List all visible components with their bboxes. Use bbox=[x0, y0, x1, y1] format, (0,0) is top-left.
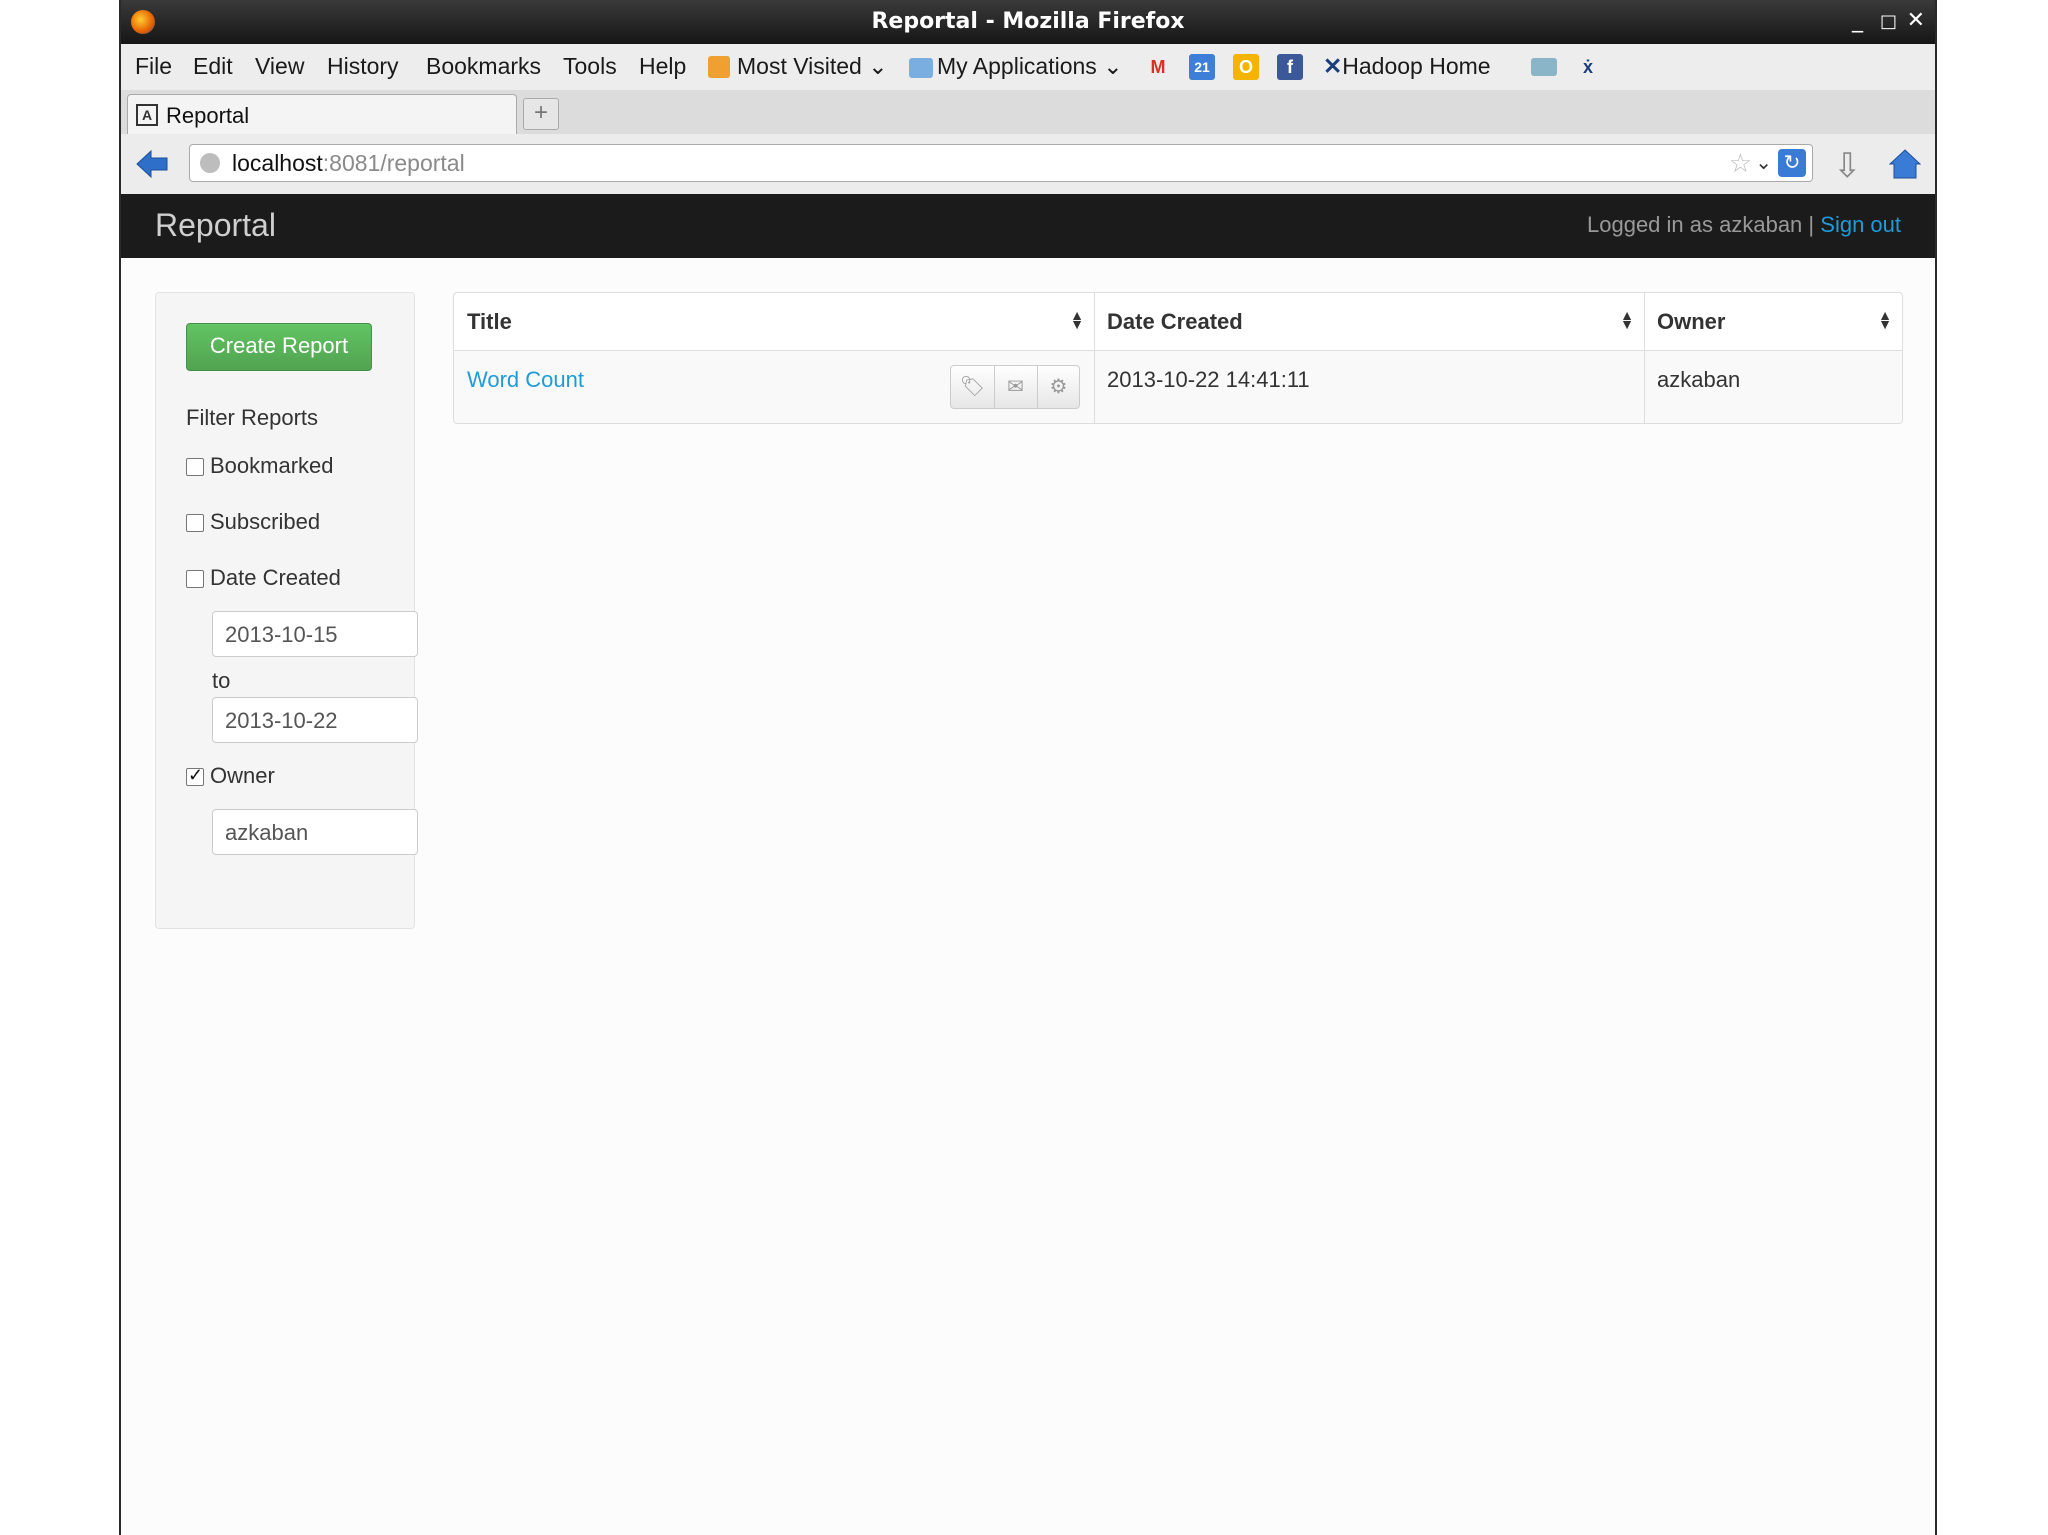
url-text[interactable]: localhost:8081/reportal bbox=[232, 150, 465, 177]
app-navbar: Reportal Logged in as azkaban | Sign out bbox=[121, 194, 1935, 258]
date-to-input[interactable]: 2013-10-22 bbox=[212, 697, 418, 743]
header-title[interactable]: Title ▲ ▼ bbox=[454, 293, 1094, 351]
table-row-owner-cell: azkaban bbox=[1657, 367, 1741, 392]
new-tab-button[interactable]: + bbox=[523, 98, 559, 130]
create-report-button[interactable]: Create Report bbox=[186, 323, 372, 371]
close-icon[interactable]: ✕ bbox=[1907, 8, 1925, 33]
reportal-favicon-icon: A bbox=[136, 104, 158, 126]
filter-sidebar: Create Report Filter Reports Bookmarked … bbox=[155, 292, 418, 929]
gmail-icon[interactable]: M bbox=[1145, 54, 1171, 80]
date-from-input[interactable]: 2013-10-15 bbox=[212, 611, 418, 657]
download-icon[interactable]: ⇩ bbox=[1833, 146, 1862, 186]
subscribe-mail-icon[interactable]: ✉ bbox=[994, 366, 1038, 408]
bookmarked-label: Bookmarked bbox=[210, 453, 334, 478]
hadoop-icon: ✕ bbox=[1323, 53, 1343, 79]
navigation-bar: localhost:8081/reportal ☆ ⌄ ↻ ⇩ bbox=[121, 134, 1935, 195]
header-date-created[interactable]: Date Created ▲ ▼ bbox=[1094, 293, 1644, 351]
date-created-label: Date Created bbox=[210, 565, 341, 590]
header-owner-label: Owner bbox=[1657, 309, 1726, 334]
bookmarked-checkbox[interactable] bbox=[186, 458, 204, 476]
url-host: localhost bbox=[232, 150, 323, 176]
url-path: :8081/reportal bbox=[322, 150, 465, 176]
sort-icon[interactable]: ▲ ▼ bbox=[1878, 308, 1892, 331]
globe-icon bbox=[200, 153, 220, 173]
bookmark-star-icon[interactable]: ☆ bbox=[1729, 148, 1752, 179]
menu-tools[interactable]: Tools bbox=[563, 53, 617, 80]
home-icon[interactable] bbox=[1889, 148, 1921, 180]
reload-icon[interactable]: ↻ bbox=[1778, 149, 1806, 177]
report-actions-group: 🏷︎ ✉ ⚙ bbox=[950, 365, 1080, 409]
subscribed-checkbox[interactable] bbox=[186, 514, 204, 532]
header-owner[interactable]: Owner ▲ ▼ bbox=[1644, 293, 1902, 351]
filter-heading: Filter Reports bbox=[186, 405, 319, 430]
filter-date-created[interactable]: Date Created bbox=[186, 565, 341, 591]
report-title-link[interactable]: Word Count bbox=[467, 367, 584, 392]
subscribed-label: Subscribed bbox=[210, 509, 321, 534]
folder-icon bbox=[909, 58, 933, 78]
sort-icon[interactable]: ▲ ▼ bbox=[1070, 308, 1084, 331]
header-date-created-label: Date Created bbox=[1107, 309, 1243, 334]
table-row-date-cell: 2013-10-22 14:41:11 bbox=[1107, 367, 1310, 392]
tab-bar: A Reportal + bbox=[121, 90, 1935, 135]
title-bar: Reportal - Mozilla Firefox _ □ ✕ bbox=[121, 0, 1935, 44]
tab-reportal[interactable]: A Reportal bbox=[127, 94, 517, 134]
owner-label: Owner bbox=[210, 763, 275, 788]
browser-window: Reportal - Mozilla Firefox _ □ ✕ File Ed… bbox=[119, 0, 1937, 1535]
user-info: Logged in as azkaban | Sign out bbox=[1587, 212, 1901, 238]
sign-out-link[interactable]: Sign out bbox=[1820, 212, 1901, 237]
reports-table: Title ▲ ▼ Date Created ▲ ▼ Owner ▲ ▼ Word C… bbox=[453, 292, 1903, 424]
bookmark-most-visited[interactable]: Most Visited ⌄ bbox=[737, 53, 888, 80]
map-icon[interactable] bbox=[1531, 58, 1557, 76]
filter-bookmarked[interactable]: Bookmarked bbox=[186, 453, 334, 479]
contacts-icon[interactable]: O bbox=[1233, 54, 1259, 80]
history-dropdown-icon[interactable]: ⌄ bbox=[1755, 150, 1772, 175]
to-label: to bbox=[212, 668, 231, 693]
maximize-icon[interactable]: □ bbox=[1880, 11, 1897, 32]
facebook-icon[interactable]: f bbox=[1277, 54, 1303, 80]
calendar-icon[interactable]: 21 bbox=[1189, 54, 1215, 80]
menu-history[interactable]: History bbox=[327, 53, 399, 80]
date-created-checkbox[interactable] bbox=[186, 570, 204, 588]
owner-input[interactable]: azkaban bbox=[212, 809, 418, 855]
my-applications-label: My Applications bbox=[937, 53, 1097, 79]
header-title-label: Title bbox=[467, 309, 512, 334]
sort-icon[interactable]: ▲ ▼ bbox=[1620, 308, 1634, 331]
menu-bar: File Edit View History Bookmarks Tools H… bbox=[121, 44, 1935, 90]
logged-in-text: Logged in as azkaban bbox=[1587, 212, 1803, 237]
menu-edit[interactable]: Edit bbox=[193, 53, 233, 80]
settings-gear-icon[interactable]: ⚙ bbox=[1037, 366, 1080, 408]
owner-checkbox[interactable] bbox=[186, 765, 204, 786]
bookmark-my-applications[interactable]: My Applications ⌄ bbox=[937, 53, 1122, 80]
url-bar[interactable]: localhost:8081/reportal ☆ ⌄ ↻ bbox=[189, 144, 1813, 182]
back-arrow-icon[interactable] bbox=[135, 148, 169, 180]
brand-title[interactable]: Reportal bbox=[155, 207, 276, 244]
bookmark-tag-icon[interactable]: 🏷︎ bbox=[951, 366, 995, 408]
rss-folder-icon bbox=[708, 56, 730, 78]
filter-subscribed[interactable]: Subscribed bbox=[186, 509, 320, 535]
minimize-icon[interactable]: _ bbox=[1852, 8, 1863, 33]
most-visited-label: Most Visited bbox=[737, 53, 862, 79]
tab-label: Reportal bbox=[166, 103, 250, 128]
app-icon[interactable]: ẋ bbox=[1575, 54, 1601, 80]
menu-file[interactable]: File bbox=[135, 53, 172, 80]
separator: | bbox=[1808, 212, 1815, 237]
bookmark-hadoop-home[interactable]: ✕Hadoop Home bbox=[1323, 53, 1491, 80]
hadoop-home-label: Hadoop Home bbox=[1342, 53, 1491, 79]
window-title: Reportal - Mozilla Firefox bbox=[871, 9, 1185, 34]
menu-bookmarks[interactable]: Bookmarks bbox=[426, 53, 541, 80]
menu-view[interactable]: View bbox=[255, 53, 304, 80]
menu-help[interactable]: Help bbox=[639, 53, 686, 80]
filter-owner[interactable]: Owner bbox=[186, 763, 275, 789]
